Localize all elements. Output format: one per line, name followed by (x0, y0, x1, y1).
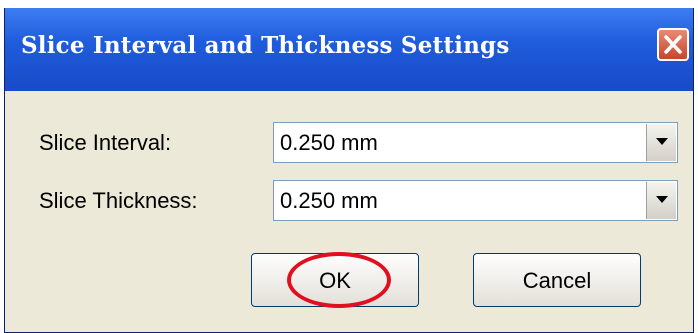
close-icon (664, 35, 682, 54)
slice-interval-value: 0.250 mm (280, 130, 378, 155)
chevron-down-icon (656, 196, 668, 203)
title-bar[interactable]: Slice Interval and Thickness Settings (5, 8, 693, 91)
slice-thickness-select[interactable]: 0.250 mm (273, 180, 678, 221)
ok-highlight-circle (287, 252, 391, 308)
settings-dialog: Slice Interval and Thickness Settings Sl… (4, 8, 694, 333)
slice-interval-select[interactable]: 0.250 mm (273, 122, 678, 163)
dialog-title: Slice Interval and Thickness Settings (21, 32, 510, 59)
slice-thickness-value: 0.250 mm (280, 188, 378, 213)
cancel-button-label: Cancel (522, 268, 592, 293)
cancel-button[interactable]: Cancel (473, 253, 641, 307)
slice-interval-label: Slice Interval: (39, 130, 172, 155)
slice-interval-dropdown-button[interactable] (646, 124, 676, 161)
slice-thickness-label: Slice Thickness: (39, 188, 198, 213)
chevron-down-icon (656, 138, 668, 145)
slice-thickness-dropdown-button[interactable] (646, 182, 676, 219)
close-button[interactable] (657, 28, 689, 61)
